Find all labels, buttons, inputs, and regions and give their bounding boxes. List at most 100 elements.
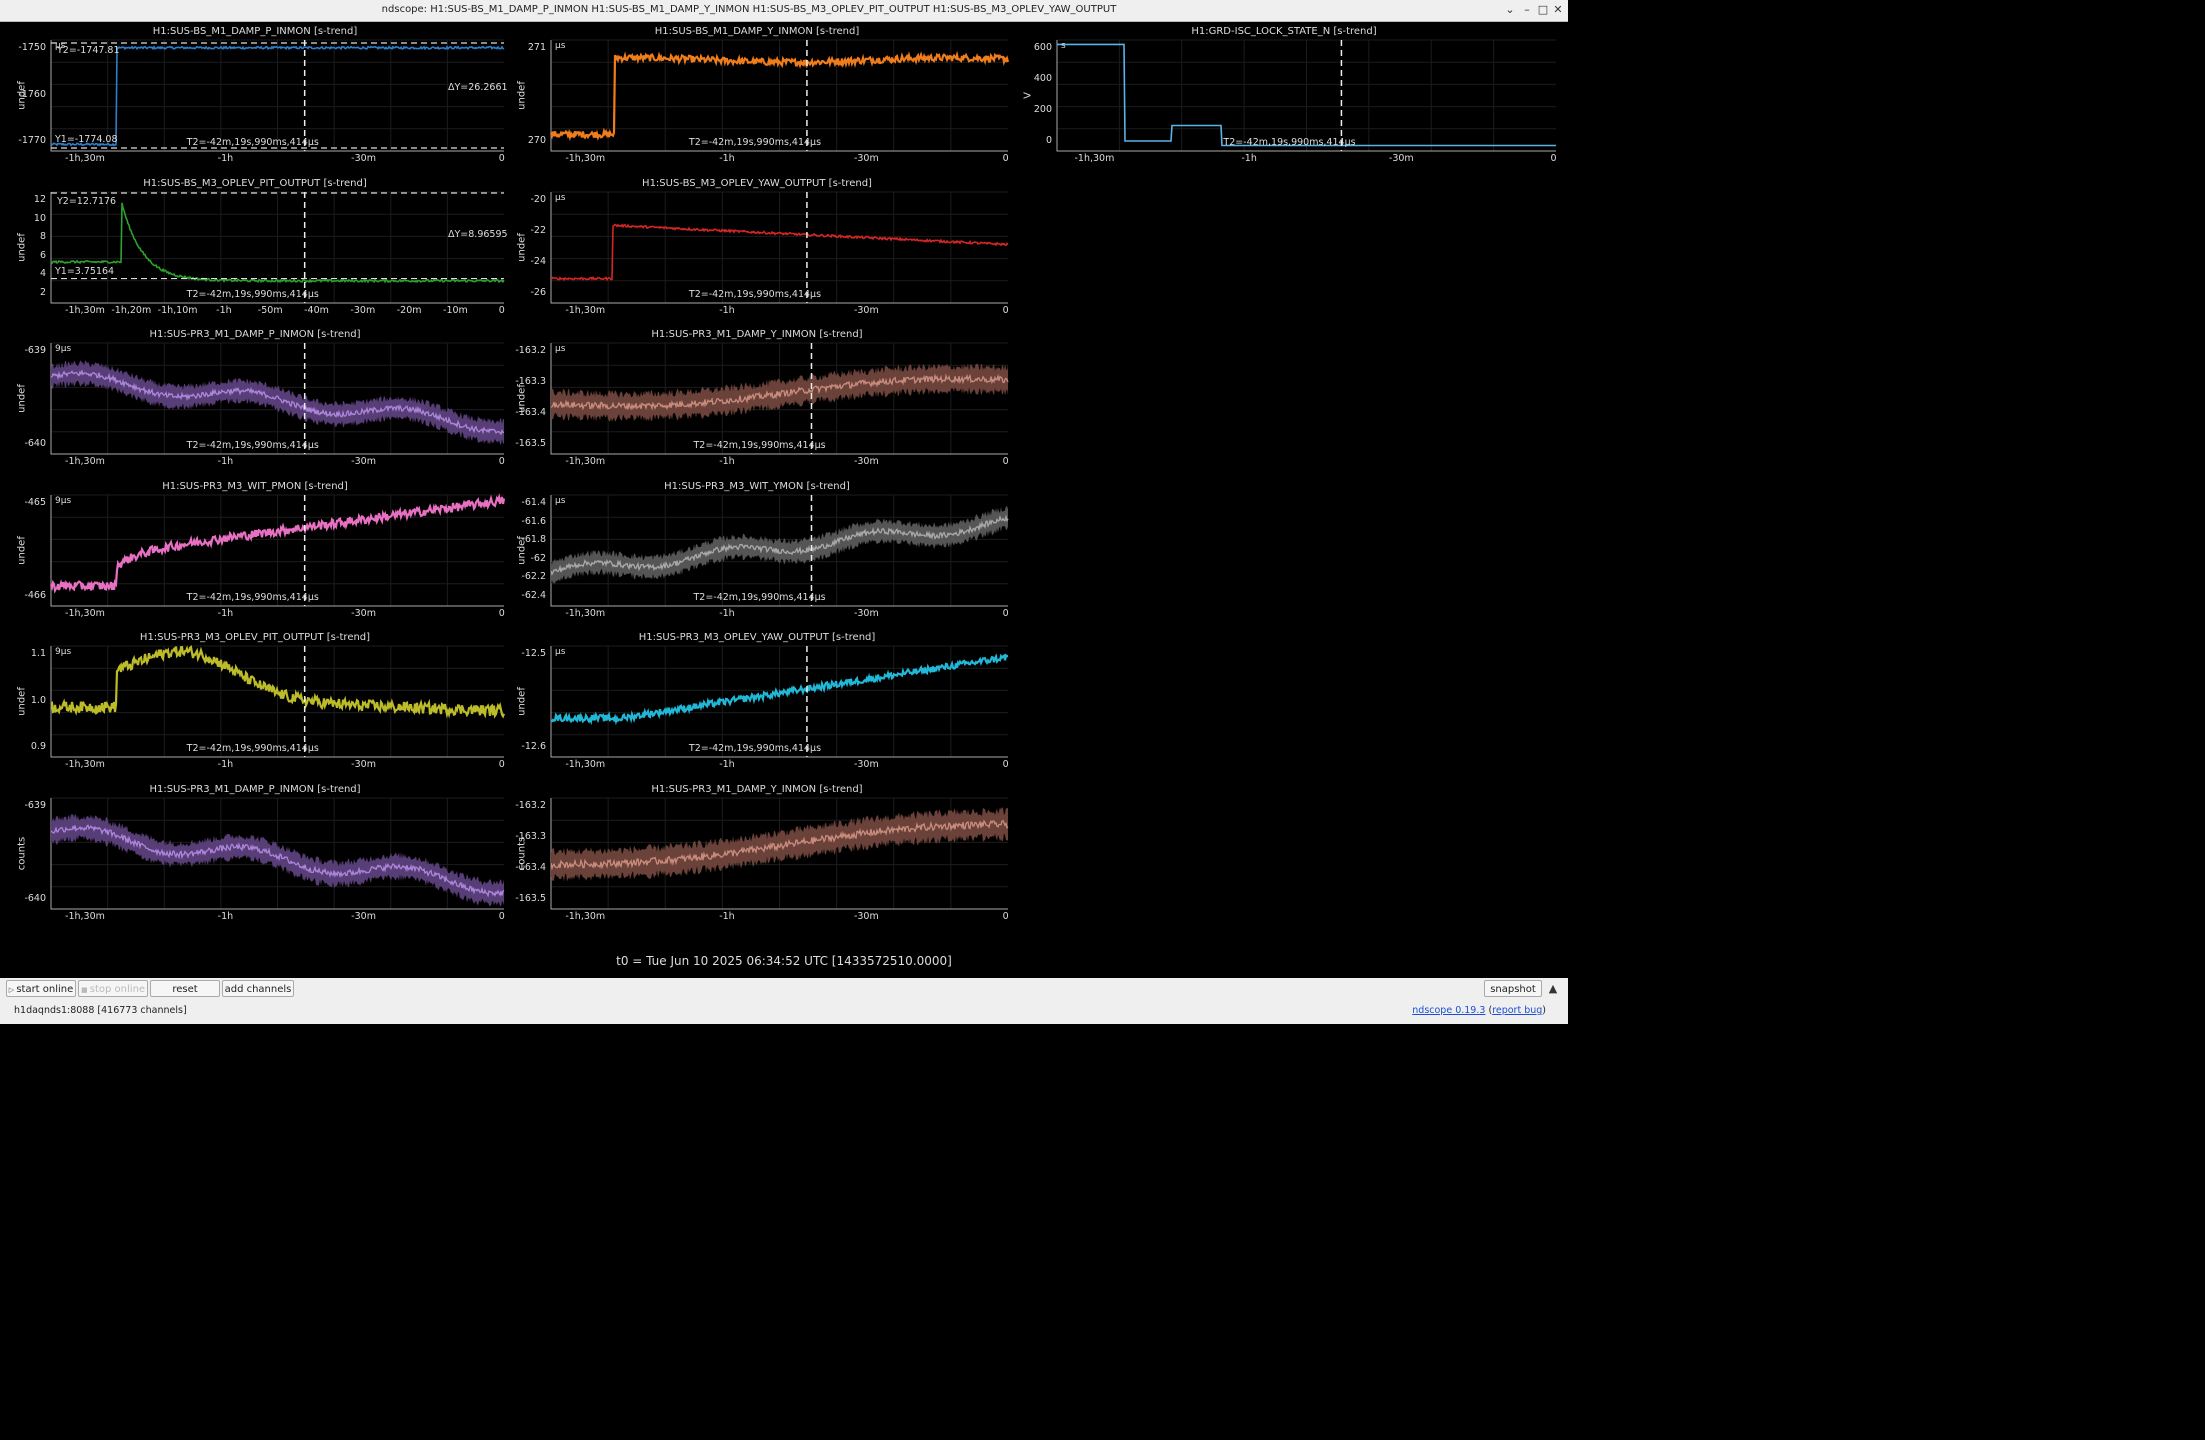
t2-cursor-readout: T2=-42m,19s,990ms,414μs: [693, 592, 826, 603]
plot-p3[interactable]: H1:GRD-ISC_LOCK_STATE_N [s-trend] V 600 400…: [1012, 23, 1557, 175]
stop-online-button[interactable]: ■ stop online: [78, 980, 148, 997]
x-tick-label: -1h,30m: [65, 911, 105, 922]
x-tick-label: 0: [498, 608, 505, 619]
y-tick-label: 271: [527, 41, 546, 53]
x-tick-label: -30m: [351, 911, 376, 922]
x-tick-label: -1h: [217, 759, 234, 770]
x-tick-label: -1h,30m: [65, 153, 105, 164]
plot-p4[interactable]: H1:SUS-BS_M3_OPLEV_PIT_OUTPUT [s-trend] u…: [6, 175, 508, 327]
plot-p10[interactable]: H1:SUS-PR3_M3_OPLEV_PIT_OUTPUT [s-trend]…: [6, 629, 506, 781]
axis-units-label: μs: [555, 344, 566, 354]
start-online-label: start online: [16, 984, 74, 995]
plot-p12[interactable]: H1:SUS-PR3_M1_DAMP_P_INMON [s-trend] coun…: [6, 781, 505, 933]
bottom-toolbar: ▷ start online ■ stop online reset add c…: [0, 978, 1568, 1000]
x-tick-label: -1h: [719, 456, 735, 467]
y-tick-label: -640: [24, 438, 46, 450]
x-tick-label: -1h: [217, 456, 234, 467]
x-tick-label: -1h,20m: [111, 305, 152, 316]
x-tick-label: -1h,30m: [565, 153, 606, 164]
app-link[interactable]: ndscope 0.19.3: [1412, 1005, 1485, 1016]
delta-y-readout: ΔY=26.2661: [448, 82, 508, 93]
x-tick-label: -1h,30m: [565, 456, 606, 467]
close-icon[interactable]: ✕: [1551, 3, 1565, 17]
maximize-icon[interactable]: □: [1536, 3, 1550, 17]
plot-p7[interactable]: H1:SUS-PR3_M1_DAMP_Y_INMON [s-trend] unde…: [506, 326, 1008, 478]
x-tick-label: -1h: [1241, 153, 1257, 164]
x-tick-label: 0: [1002, 153, 1009, 164]
y-tick-label: -163.4: [515, 862, 546, 874]
x-tick-label: -10m: [443, 305, 468, 316]
x-tick-label: -40m: [304, 305, 329, 316]
x-tick-label: -1h,30m: [565, 305, 606, 316]
y-tick-label: -640: [24, 893, 46, 905]
snapshot-button[interactable]: snapshot: [1484, 980, 1542, 997]
x-tick-label: -1h,30m: [565, 608, 606, 619]
y-tick-label: -163.2: [515, 344, 546, 356]
x-tick-label: -1h: [719, 911, 735, 922]
x-tick-label: -30m: [853, 456, 879, 467]
x-tick-label: -1h,30m: [565, 911, 606, 922]
axis-units-label: 9μs: [55, 647, 72, 657]
y-tick-label: 270: [527, 135, 546, 147]
plot-grid[interactable]: H1:SUS-BS_M1_DAMP_P_INMON [s-trend] undef…: [6, 23, 1564, 977]
t2-cursor-readout: T2=-42m,19s,990ms,414μs: [693, 440, 826, 451]
x-tick-label: -30m: [853, 911, 879, 922]
report-bug-link[interactable]: report bug: [1492, 1005, 1542, 1016]
chevron-down-icon[interactable]: ⌄: [1503, 3, 1517, 17]
x-tick-label: 0: [1002, 759, 1009, 770]
y-tick-label: -20: [530, 193, 546, 205]
plot-p13[interactable]: H1:SUS-PR3_M1_DAMP_Y_INMON [s-trend] coun…: [506, 781, 1008, 933]
plot-p1[interactable]: H1:SUS-BS_M1_DAMP_P_INMON [s-trend] undef…: [6, 23, 508, 175]
y-tick-label: 8: [39, 231, 46, 243]
window-titlebar: ndscope: H1:SUS-BS_M1_DAMP_P_INMON H1:SU…: [0, 0, 1568, 22]
y-tick-label: -12.6: [521, 741, 546, 753]
t2-cursor-readout: T2=-42m,19s,990ms,414μs: [186, 137, 319, 148]
x-tick-label: -30m: [351, 608, 376, 619]
x-tick-label: -30m: [853, 153, 879, 164]
t2-cursor-readout: T2=-42m,19s,990ms,414μs: [186, 440, 319, 451]
y1-readout: Y1=-1774.08: [55, 134, 118, 145]
y-tick-label: 4: [39, 268, 46, 280]
chevron-up-icon[interactable]: ▲: [1546, 982, 1560, 996]
add-channels-button[interactable]: add channels: [222, 980, 294, 997]
plot-p11[interactable]: H1:SUS-PR3_M3_OPLEV_YAW_OUTPUT [s-trend]…: [506, 629, 1009, 781]
y-tick-label: -1770: [18, 135, 46, 147]
t0-label: t0 = Tue Jun 10 2025 06:34:52 UTC [14335…: [616, 954, 952, 968]
x-tick-label: -1h,30m: [565, 759, 606, 770]
plot-p2[interactable]: H1:SUS-BS_M1_DAMP_Y_INMON [s-trend] undef…: [506, 23, 1010, 175]
y-tick-label: -62.4: [521, 590, 546, 602]
x-tick-label: 0: [498, 305, 505, 316]
y2-readout: Y2=-1747.81: [57, 45, 120, 56]
axis-units-label: μs: [555, 41, 566, 51]
y-tick-label: -163.3: [515, 830, 546, 842]
x-tick-label: 0: [1550, 153, 1557, 164]
x-tick-label: -1h,30m: [65, 305, 105, 316]
y-tick-label: -22: [530, 224, 546, 236]
app-version: ndscope 0.19.3 (report bug): [1412, 1005, 1546, 1016]
x-tick-label: -1h: [217, 911, 234, 922]
x-tick-label: -30m: [853, 759, 879, 770]
reset-button[interactable]: reset: [150, 980, 220, 997]
y-tick-label: -639: [24, 799, 46, 811]
axis-units-label: 9μs: [55, 344, 72, 354]
channel-count: [416773 channels]: [97, 1005, 187, 1016]
start-online-button[interactable]: ▷ start online: [6, 980, 76, 997]
x-tick-label: -1h: [217, 608, 234, 619]
axis-units-label: μs: [555, 496, 566, 506]
t2-cursor-readout: T2=-42m,19s,990ms,414μs: [186, 592, 319, 603]
plot-p9[interactable]: H1:SUS-PR3_M3_WIT_YMON [s-trend] undef -61…: [506, 478, 1009, 630]
minimize-icon[interactable]: –: [1520, 3, 1534, 17]
y-tick-label: -465: [24, 496, 46, 508]
x-tick-label: -1h,30m: [65, 608, 105, 619]
x-tick-label: -1h,30m: [1074, 153, 1115, 164]
y-tick-label: -163.3: [515, 375, 546, 387]
y-tick-label: 400: [1033, 72, 1052, 84]
delta-y-readout: ΔY=8.96595: [448, 229, 508, 240]
x-tick-label: -30m: [351, 456, 376, 467]
plot-p6[interactable]: H1:SUS-PR3_M1_DAMP_P_INMON [s-trend] unde…: [6, 326, 505, 478]
x-tick-label: -1h,30m: [65, 759, 105, 770]
plot-p5[interactable]: H1:SUS-BS_M3_OPLEV_YAW_OUTPUT [s-trend] u…: [506, 175, 1009, 327]
window-title: ndscope: H1:SUS-BS_M1_DAMP_P_INMON H1:SU…: [381, 4, 1117, 15]
plot-p8[interactable]: H1:SUS-PR3_M3_WIT_PMON [s-trend] undef -46…: [6, 478, 506, 630]
y-tick-label: -1760: [18, 88, 46, 100]
